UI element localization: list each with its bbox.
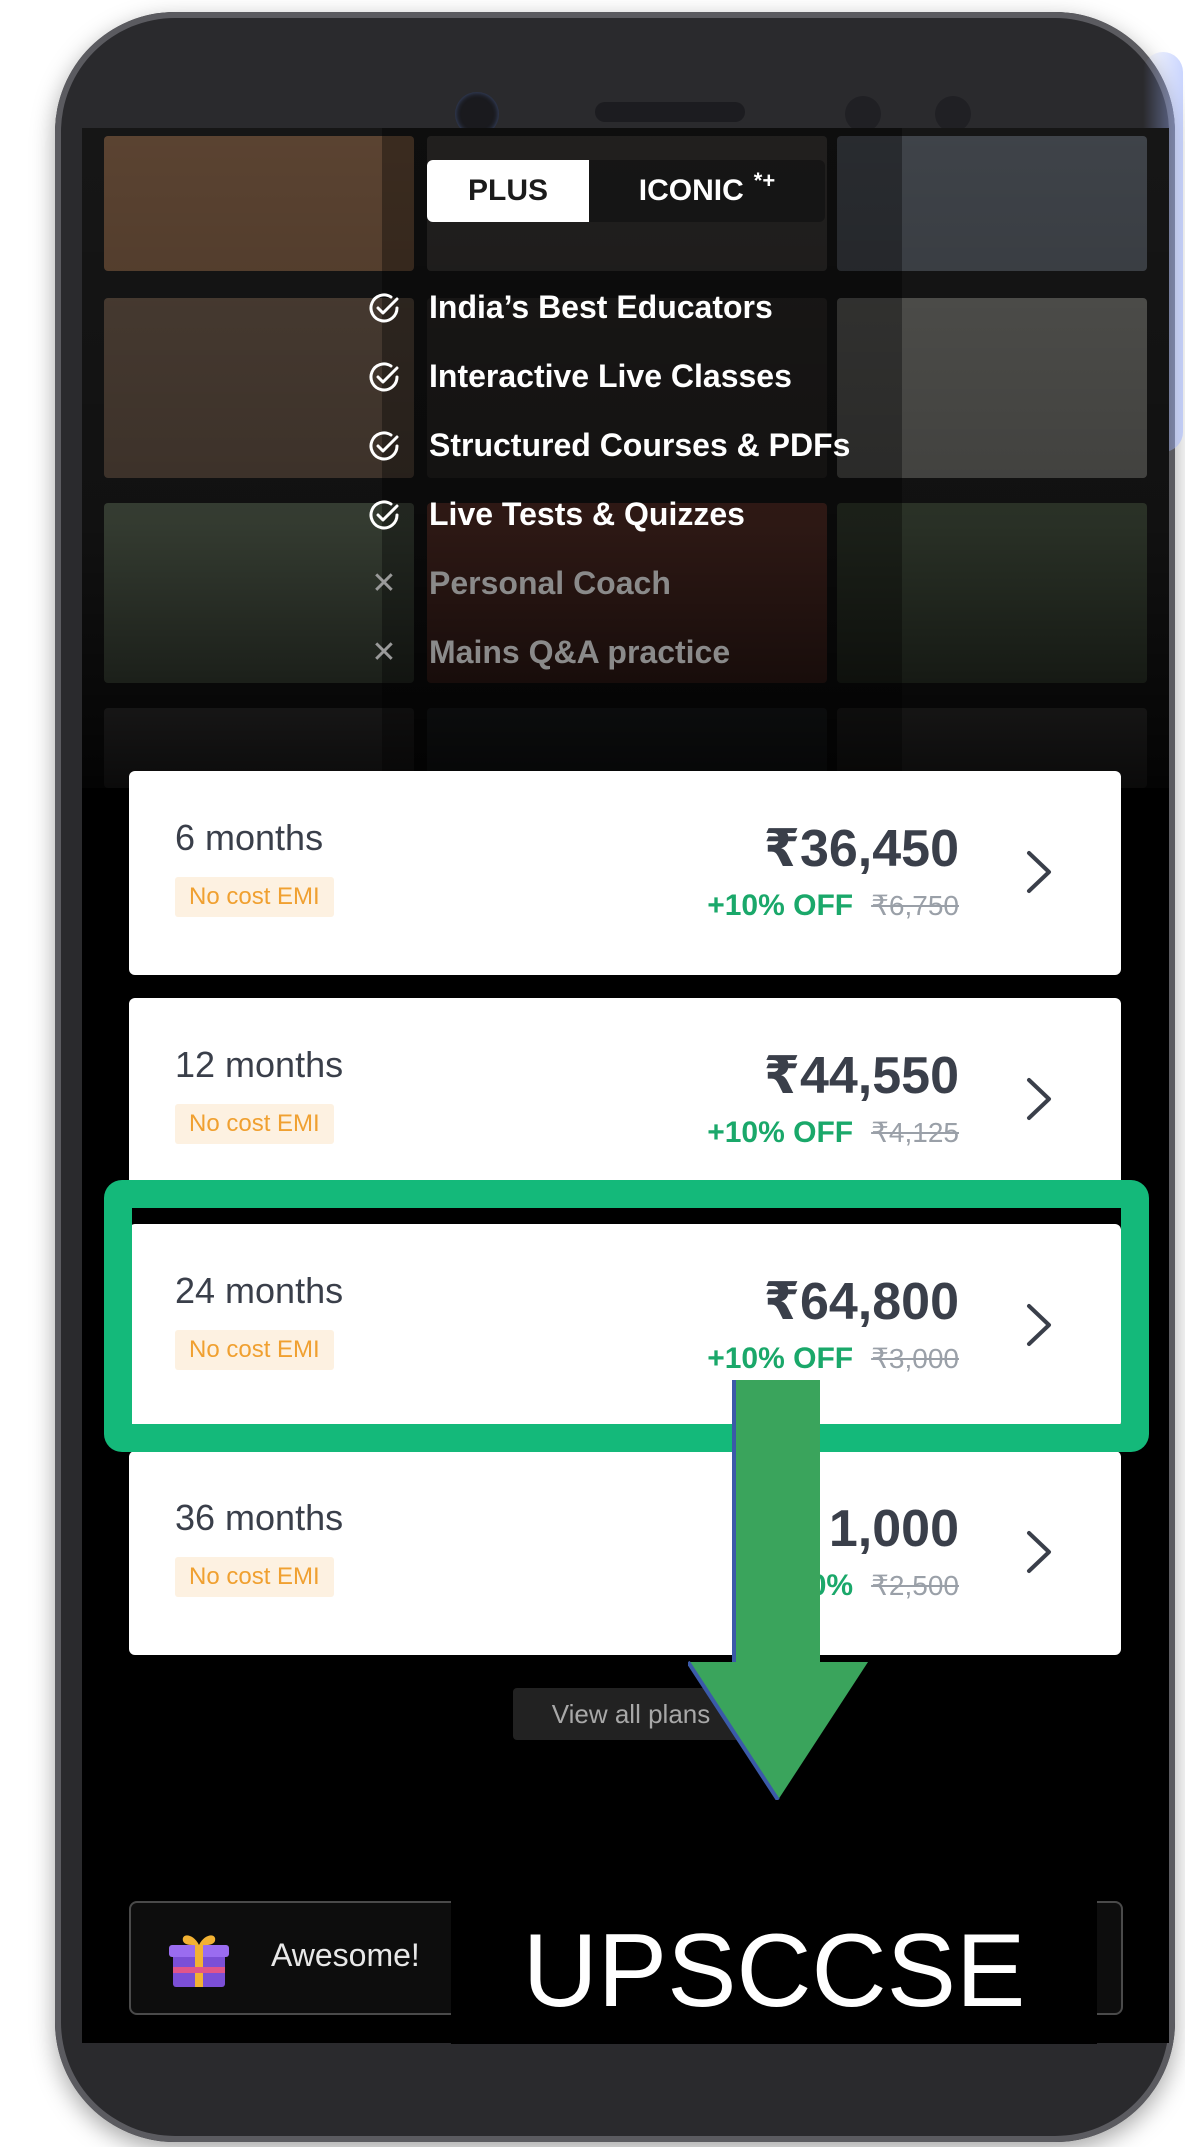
feature-list: India’s Best Educators Interactive Live … [367, 273, 850, 687]
selected-plan-highlight [104, 1180, 1149, 1452]
exam-label-overlay: UPSCCSE [451, 1899, 1097, 2044]
light-sensor [935, 96, 971, 132]
tab-plus[interactable]: PLUS [427, 160, 589, 222]
feature-item: Structured Courses & PDFs [367, 411, 850, 480]
check-circle-icon [367, 360, 401, 394]
feature-label: India’s Best Educators [429, 289, 773, 325]
plan-tier-tabs: PLUS ICONIC *+ [427, 160, 825, 224]
plan-duration: 12 months [175, 1044, 344, 1085]
feature-item: Interactive Live Classes [367, 342, 850, 411]
feature-label: Structured Courses & PDFs [429, 427, 851, 463]
chevron-right-icon [1027, 851, 1051, 893]
check-circle-icon [367, 291, 401, 325]
plan-discount-row: +10% OFF ₹4,125 [707, 1116, 959, 1150]
feature-label: Mains Q&A practice [429, 634, 731, 670]
tab-iconic-label: ICONIC [638, 174, 744, 207]
plan-discount-row: +10% OFF ₹6,750 [707, 889, 959, 923]
feature-item: ✕ Personal Coach [367, 549, 850, 618]
plan-price: ₹36,450 [763, 820, 959, 878]
app-screen: PLUS ICONIC *+ India’s Best Educators In… [82, 128, 1169, 2043]
close-icon: ✕ [371, 636, 397, 669]
chevron-right-icon [1027, 1078, 1051, 1120]
emi-badge: No cost EMI [175, 1557, 334, 1597]
emi-badge: No cost EMI [175, 1104, 334, 1144]
feature-item: India’s Best Educators [367, 273, 850, 342]
original-price: ₹4,125 [871, 1117, 959, 1148]
proximity-sensor [845, 96, 881, 132]
feature-item: ✕ Mains Q&A practice [367, 618, 850, 687]
plan-duration: 6 months [175, 817, 324, 858]
plan-card-6-months[interactable]: 6 months No cost EMI ₹36,450 +10% OFF ₹6… [129, 771, 1121, 975]
feature-item: Live Tests & Quizzes [367, 480, 850, 549]
feature-label: Interactive Live Classes [429, 358, 792, 394]
plan-card-36-months[interactable]: 36 months No cost EMI 1,000 +10% ₹2,500 [129, 1451, 1121, 1655]
earpiece-speaker [595, 102, 745, 122]
discount-percent: +10% OFF [707, 889, 854, 922]
tab-iconic[interactable]: ICONIC *+ [589, 160, 825, 222]
chevron-right-icon [1027, 1531, 1051, 1573]
toast-message: Awesome! [271, 1937, 420, 1973]
original-price: ₹6,750 [871, 890, 959, 921]
plan-card-12-months[interactable]: 12 months No cost EMI ₹44,550 +10% OFF ₹… [129, 998, 1121, 1202]
plan-price: ₹44,550 [763, 1047, 959, 1105]
arrow-down-icon [688, 1380, 868, 1800]
check-circle-icon [367, 429, 401, 463]
check-circle-icon [367, 498, 401, 532]
original-price: ₹2,500 [871, 1570, 959, 1601]
feature-label: Personal Coach [429, 565, 671, 601]
discount-percent: +10% OFF [707, 1116, 854, 1149]
sparkle-icon: *+ [753, 168, 776, 193]
plan-duration: 36 months [175, 1497, 344, 1538]
gift-icon [169, 1935, 229, 1987]
close-icon: ✕ [371, 567, 397, 600]
feature-label: Live Tests & Quizzes [429, 496, 745, 532]
emi-badge: No cost EMI [175, 877, 334, 917]
